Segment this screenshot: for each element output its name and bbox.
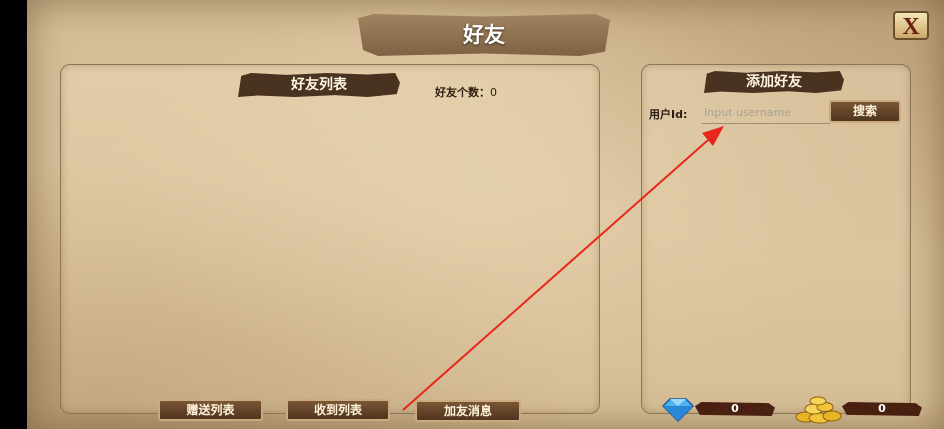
gold-count: 0 [842, 402, 922, 416]
friend-requests-button[interactable]: 加友消息 [415, 400, 521, 422]
friend-count: 好友个数：0 [435, 84, 497, 100]
gem-count: 0 [695, 402, 775, 416]
gift-list-button[interactable]: 赠送列表 [158, 399, 263, 421]
friends-list-header-text: 好友列表 [291, 77, 347, 93]
received-list-button[interactable]: 收到列表 [286, 399, 390, 421]
add-friend-header: 添加好友 [704, 71, 844, 93]
friend-count-label: 好友个数： [435, 86, 490, 99]
user-id-label: 用户Id: [649, 108, 688, 121]
friends-list-header: 好友列表 [238, 73, 400, 97]
search-button[interactable]: 搜索 [829, 100, 901, 123]
friend-count-value: 0 [490, 86, 497, 99]
window-title: 好友 [358, 14, 610, 56]
close-button[interactable]: X [893, 11, 929, 40]
diamond-icon [661, 398, 695, 422]
username-input[interactable] [702, 101, 830, 124]
gold-coins-icon [795, 396, 842, 424]
friends-list-panel [60, 64, 600, 414]
add-friend-header-text: 添加好友 [746, 74, 802, 90]
